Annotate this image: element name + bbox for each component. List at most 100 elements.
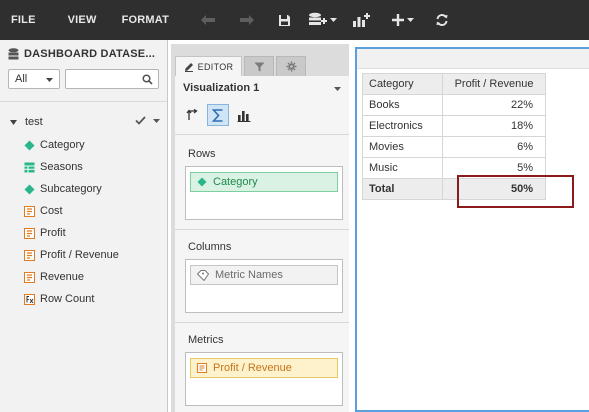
- bar-chart-icon: [237, 110, 251, 122]
- editor-divider: [175, 229, 349, 230]
- field-item-category[interactable]: Category: [24, 134, 119, 156]
- visualization-canvas[interactable]: Category Profit / Revenue Books 22% Elec…: [355, 47, 589, 412]
- show-totals-button[interactable]: [207, 104, 229, 126]
- dataset-search-input[interactable]: [66, 70, 140, 88]
- swap-icon: [185, 108, 198, 120]
- field-item-profit[interactable]: Profit: [24, 222, 119, 244]
- grid-cell-value[interactable]: 6%: [442, 136, 546, 158]
- dataset-field-list: Category Seasons Subcategory Cost Profit…: [24, 134, 119, 310]
- columns-label: Columns: [188, 241, 232, 253]
- field-label: Profit: [40, 227, 66, 239]
- field-label: Subcategory: [40, 183, 102, 195]
- visualization-title[interactable]: Visualization 1: [183, 82, 259, 94]
- metrics-label: Metrics: [188, 334, 224, 346]
- editor-divider: [175, 134, 349, 135]
- tab-format[interactable]: [276, 56, 306, 76]
- tab-editor-label: EDITOR: [197, 62, 234, 72]
- field-item-profit-revenue[interactable]: Profit / Revenue: [24, 244, 119, 266]
- dataset-filter-value: All: [15, 73, 28, 85]
- menu-file[interactable]: FILE: [0, 0, 47, 40]
- chevron-down-icon[interactable]: [334, 87, 341, 91]
- checkmark-icon[interactable]: [135, 116, 146, 125]
- add-icon[interactable]: [389, 0, 415, 40]
- field-label: Category: [40, 139, 85, 151]
- table-row: Books 22%: [362, 94, 546, 116]
- grid-cell-value[interactable]: 22%: [442, 94, 546, 116]
- add-data-icon[interactable]: [307, 0, 337, 40]
- table-row: Movies 6%: [362, 136, 546, 158]
- metric-icon: [24, 271, 35, 283]
- attribute-icon: [24, 140, 35, 150]
- metrics-item-profit-revenue[interactable]: Profit / Revenue: [190, 358, 338, 378]
- grid-cell-category[interactable]: Music: [362, 157, 443, 179]
- dataset-panel-header: DASHBOARD DATASE...: [8, 46, 155, 62]
- highlight-annotation: [457, 175, 574, 208]
- dataset-tree-root[interactable]: test: [10, 114, 160, 130]
- visualization-header-bar[interactable]: [357, 49, 589, 69]
- filter-icon: [254, 62, 264, 71]
- grid-cell-category[interactable]: Movies: [362, 136, 443, 158]
- dataset-actions: [135, 116, 160, 125]
- table-row: Electronics 18%: [362, 115, 546, 137]
- metric-icon: [197, 363, 207, 373]
- rows-drop-zone[interactable]: Category: [185, 166, 343, 220]
- field-label: Row Count: [40, 293, 95, 305]
- grid-header-category[interactable]: Category: [362, 73, 443, 95]
- top-toolbar: FILE VIEW FORMAT: [0, 0, 589, 40]
- field-item-cost[interactable]: Cost: [24, 200, 119, 222]
- attribute-icon: [197, 177, 207, 187]
- tab-filter[interactable]: [244, 56, 274, 76]
- chevron-down-icon[interactable]: [153, 118, 160, 123]
- metric-icon: [24, 227, 35, 239]
- field-label: Cost: [40, 205, 63, 217]
- grid-cell-category[interactable]: Books: [362, 94, 443, 116]
- metrics-item-label: Profit / Revenue: [213, 362, 292, 374]
- metrics-drop-zone[interactable]: Profit / Revenue: [185, 352, 343, 406]
- rows-item-category[interactable]: Category: [190, 172, 338, 192]
- undo-icon[interactable]: [197, 0, 219, 40]
- rows-label: Rows: [188, 148, 216, 160]
- editor-divider: [175, 322, 349, 323]
- menu-view[interactable]: VIEW: [47, 0, 108, 40]
- visualization-toolbar: [181, 104, 259, 126]
- editor-body: Visualization 1 Rows Category Columns Me…: [175, 76, 349, 412]
- dataset-panel-title: DASHBOARD DATASE...: [24, 48, 156, 60]
- dataset-filter-select[interactable]: All: [8, 69, 60, 89]
- dataset-search-box: [65, 69, 159, 89]
- grid-header-profit-revenue[interactable]: Profit / Revenue: [442, 73, 546, 95]
- tab-editor[interactable]: EDITOR: [175, 56, 242, 77]
- change-visualization-button[interactable]: [233, 104, 255, 126]
- swap-axes-button[interactable]: [181, 104, 203, 126]
- columns-item-metric-names[interactable]: Metric Names: [190, 265, 338, 285]
- metric-icon: [24, 205, 35, 217]
- pencil-icon: [184, 63, 193, 72]
- columns-drop-zone[interactable]: Metric Names: [185, 259, 343, 313]
- gear-icon: [286, 61, 296, 72]
- rows-item-label: Category: [213, 176, 258, 188]
- grid-total-label[interactable]: Total: [362, 178, 443, 200]
- dataset-name: test: [25, 116, 43, 128]
- metric-icon: [24, 249, 35, 261]
- field-item-subcategory[interactable]: Subcategory: [24, 178, 119, 200]
- columns-item-label: Metric Names: [215, 269, 283, 281]
- attribute-icon: [24, 184, 35, 194]
- table-attribute-icon: [24, 162, 35, 172]
- field-item-row-count[interactable]: Row Count: [24, 288, 119, 310]
- collapse-icon[interactable]: [10, 119, 17, 125]
- chevron-down-icon: [46, 78, 53, 82]
- refresh-icon[interactable]: [433, 0, 451, 40]
- panel-divider: [0, 101, 167, 102]
- save-icon[interactable]: [275, 0, 293, 40]
- grid-cell-value[interactable]: 18%: [442, 115, 546, 137]
- insert-visualization-icon[interactable]: [351, 0, 371, 40]
- field-label: Revenue: [40, 271, 85, 283]
- search-icon[interactable]: [142, 74, 153, 85]
- field-item-revenue[interactable]: Revenue: [24, 266, 119, 288]
- field-label: Seasons: [40, 161, 83, 173]
- field-item-seasons[interactable]: Seasons: [24, 156, 119, 178]
- grid-cell-category[interactable]: Electronics: [362, 115, 443, 137]
- menu-format[interactable]: FORMAT: [108, 0, 180, 40]
- derived-metric-icon: [24, 293, 35, 305]
- redo-icon[interactable]: [236, 0, 258, 40]
- editor-panel: EDITOR Visualization 1 Rows Category Col…: [171, 44, 349, 412]
